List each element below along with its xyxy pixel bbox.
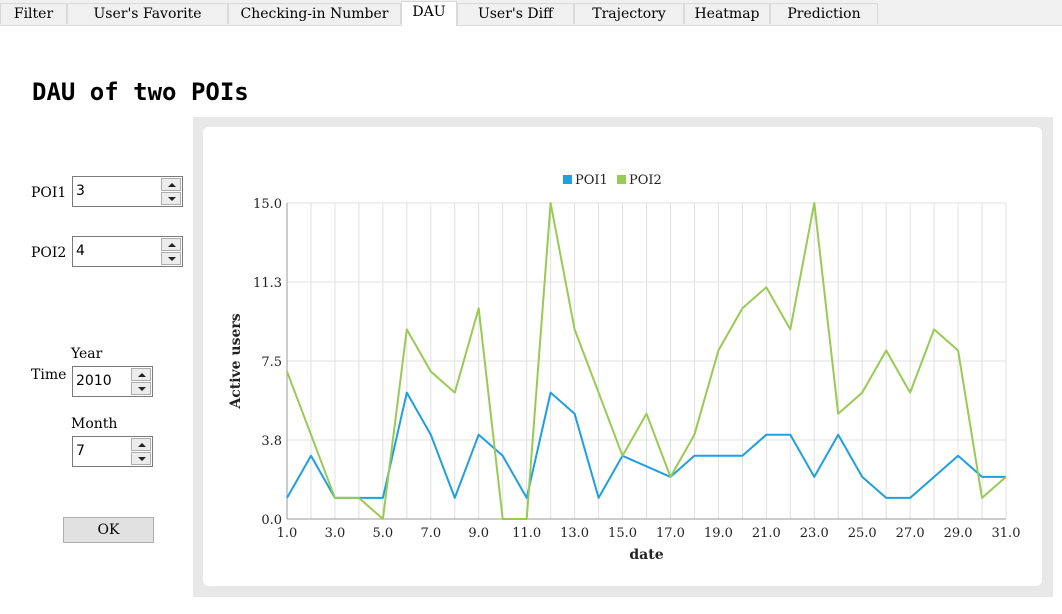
tab-trajectory[interactable]: Trajectory [574,3,684,24]
x-tick-label: 1.0 [277,526,298,541]
arrow-down-icon [138,457,146,461]
arrow-down-icon [168,197,176,201]
poi1-increment-button[interactable] [161,178,181,191]
poi2-increment-button[interactable] [161,238,181,251]
y-tick-label: 15.0 [253,197,282,212]
tab-user-s-diff[interactable]: User's Diff [457,3,574,24]
y-tick-label: 7.5 [261,355,282,370]
poi2-spinbox[interactable]: 4 [72,236,183,267]
poi2-decrement-button[interactable] [161,252,181,265]
y-axis-label: Active users [228,313,244,409]
year-spinbox[interactable]: 2010 [72,366,153,397]
ok-button[interactable]: OK [63,517,154,543]
arrow-up-icon [138,373,146,377]
y-tick-label: 3.8 [261,434,282,449]
x-tick-label: 5.0 [373,526,394,541]
x-tick-label: 21.0 [752,526,781,541]
x-tick-label: 15.0 [608,526,637,541]
year-decrement-button[interactable] [131,382,151,395]
legend-label-poi1: POI1 [575,173,608,188]
time-label: Time [31,367,67,383]
x-tick-label: 31.0 [992,526,1021,541]
x-tick-label: 13.0 [560,526,589,541]
x-tick-label: 23.0 [800,526,829,541]
page-title: DAU of two POIs [32,78,249,106]
month-increment-button[interactable] [131,438,151,451]
x-tick-label: 17.0 [656,526,685,541]
poi1-value[interactable]: 3 [76,183,85,199]
dau-line-chart: 0.03.87.511.315.01.0 3.0 5.0 7.0 9.0 11.0 13.0… [228,173,1021,563]
month-spinbox[interactable]: 7 [72,436,153,467]
poi1-spinbox[interactable]: 3 [72,176,183,207]
tab-user-s-favorite[interactable]: User's Favorite [67,3,228,24]
poi1-decrement-button[interactable] [161,192,181,205]
x-tick-label: 3.0 [325,526,346,541]
x-tick-label: 19.0 [704,526,733,541]
x-tick-label: 25.0 [848,526,877,541]
x-tick-label: 7.0 [420,526,441,541]
tab-dau[interactable]: DAU [401,1,457,26]
legend-swatch-poi1 [563,175,572,184]
month-value[interactable]: 7 [76,443,85,459]
tab-filter[interactable]: Filter [0,3,67,24]
poi2-label: POI2 [31,245,67,261]
poi1-label: POI1 [31,185,67,201]
arrow-up-icon [138,443,146,447]
arrow-up-icon [168,183,176,187]
arrow-down-icon [168,257,176,261]
month-label: Month [71,416,118,432]
poi2-value[interactable]: 4 [76,243,85,259]
legend-label-poi2: POI2 [629,173,662,188]
year-label: Year [71,346,103,362]
x-tick-label: 27.0 [896,526,925,541]
tab-checking-in-number[interactable]: Checking-in Number [228,3,401,24]
year-value[interactable]: 2010 [76,373,112,389]
arrow-down-icon [138,387,146,391]
x-tick-label: 11.0 [512,526,541,541]
y-tick-label: 11.3 [253,276,282,291]
x-tick-label: 29.0 [944,526,973,541]
chart-panel: 0.0 3.8 7.5 11.3 15.0 1.0 3.0 5.0 7.0 9.0 11.0 13.0… [193,117,1053,597]
tab-heatmap[interactable]: Heatmap [684,3,770,24]
year-increment-button[interactable] [131,368,151,381]
legend-swatch-poi2 [617,175,626,184]
tab-prediction[interactable]: Prediction [770,3,878,24]
chart-area: 0.0 3.8 7.5 11.3 15.0 1.0 3.0 5.0 7.0 9.0 11.0 13.0… [203,127,1042,586]
x-tick-label: 9.0 [468,526,489,541]
arrow-up-icon [168,243,176,247]
month-decrement-button[interactable] [131,452,151,465]
x-axis-label: date [629,547,663,563]
